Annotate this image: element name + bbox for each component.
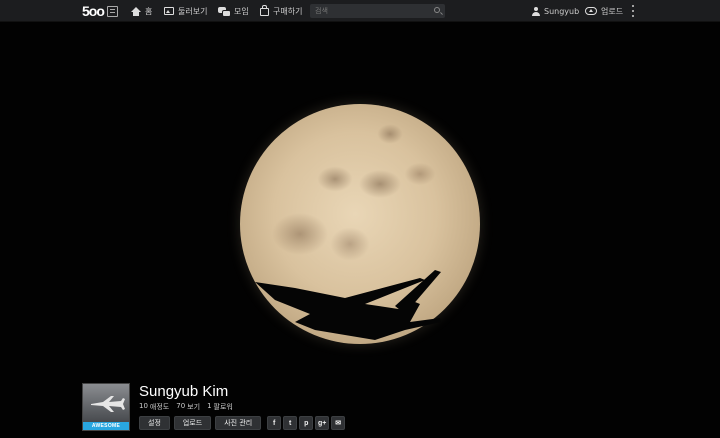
- menu-icon[interactable]: [106, 5, 118, 17]
- user-icon: [532, 6, 540, 16]
- user-menu[interactable]: Sungyub: [532, 0, 579, 22]
- stat-affection-value: 10: [139, 402, 148, 410]
- stat-followers[interactable]: 1 팔로워: [207, 402, 233, 412]
- avatar[interactable]: AWESOME: [82, 383, 130, 431]
- stat-views[interactable]: 70 보기: [176, 402, 200, 412]
- photo-icon: [164, 7, 174, 15]
- settings-button[interactable]: 설정: [139, 416, 170, 430]
- user-name: Sungyub: [544, 6, 580, 16]
- upload-nav[interactable]: 업로드: [585, 0, 623, 22]
- cloud-upload-icon: [585, 7, 597, 15]
- upload-nav-label: 업로드: [601, 6, 624, 16]
- profile-actions: 설정 업로드 사진 관리 f t p g+ ✉: [139, 416, 346, 430]
- home-icon: [131, 6, 141, 16]
- stat-followers-value: 1: [207, 402, 212, 410]
- nav-discover-label: 둘러보기: [178, 6, 208, 16]
- avatar-banner: AWESOME: [83, 422, 129, 430]
- nav-groups[interactable]: 모임: [218, 0, 249, 22]
- nav-home[interactable]: 홈: [131, 0, 152, 22]
- nav-groups-label: 모임: [234, 6, 249, 16]
- stat-followers-label: 팔로워: [213, 403, 233, 411]
- profile-name: Sungyub Kim: [139, 383, 229, 400]
- stat-affection[interactable]: 10 애정도: [139, 402, 169, 412]
- search-box: [310, 4, 445, 18]
- more-menu-icon[interactable]: [631, 5, 635, 17]
- avatar-airplane-image: [91, 396, 125, 412]
- manage-photos-button[interactable]: 사진 관리: [215, 416, 262, 430]
- nav-shop-label: 구매하기: [273, 6, 303, 16]
- profile-stats: 10 애정도 70 보기 1 팔로워: [139, 402, 233, 412]
- top-nav-bar: 5oo 홈 둘러보기 모임 구매하기 Sungyub 업로드: [0, 0, 720, 22]
- search-input[interactable]: [310, 7, 430, 15]
- stat-views-value: 70: [176, 402, 186, 410]
- stat-views-label: 보기: [187, 403, 201, 411]
- logo-text: 5oo: [82, 3, 105, 19]
- nav-home-label: 홈: [145, 6, 153, 16]
- chat-icon: [218, 7, 231, 17]
- upload-button[interactable]: 업로드: [173, 416, 212, 430]
- social-share: f t p g+ ✉: [267, 416, 346, 430]
- twitter-icon[interactable]: t: [283, 416, 298, 430]
- bag-icon: [260, 5, 269, 16]
- facebook-icon[interactable]: f: [267, 416, 282, 430]
- stat-affection-label: 애정도: [149, 403, 170, 411]
- search-icon[interactable]: [434, 7, 440, 13]
- nav-shop[interactable]: 구매하기: [260, 0, 302, 22]
- logo[interactable]: 5oo: [82, 3, 118, 19]
- email-icon[interactable]: ✉: [331, 416, 346, 430]
- google-plus-icon[interactable]: g+: [315, 416, 330, 430]
- pinterest-icon[interactable]: p: [299, 416, 314, 430]
- airplane-silhouette: [255, 270, 441, 340]
- nav-discover[interactable]: 둘러보기: [164, 0, 207, 22]
